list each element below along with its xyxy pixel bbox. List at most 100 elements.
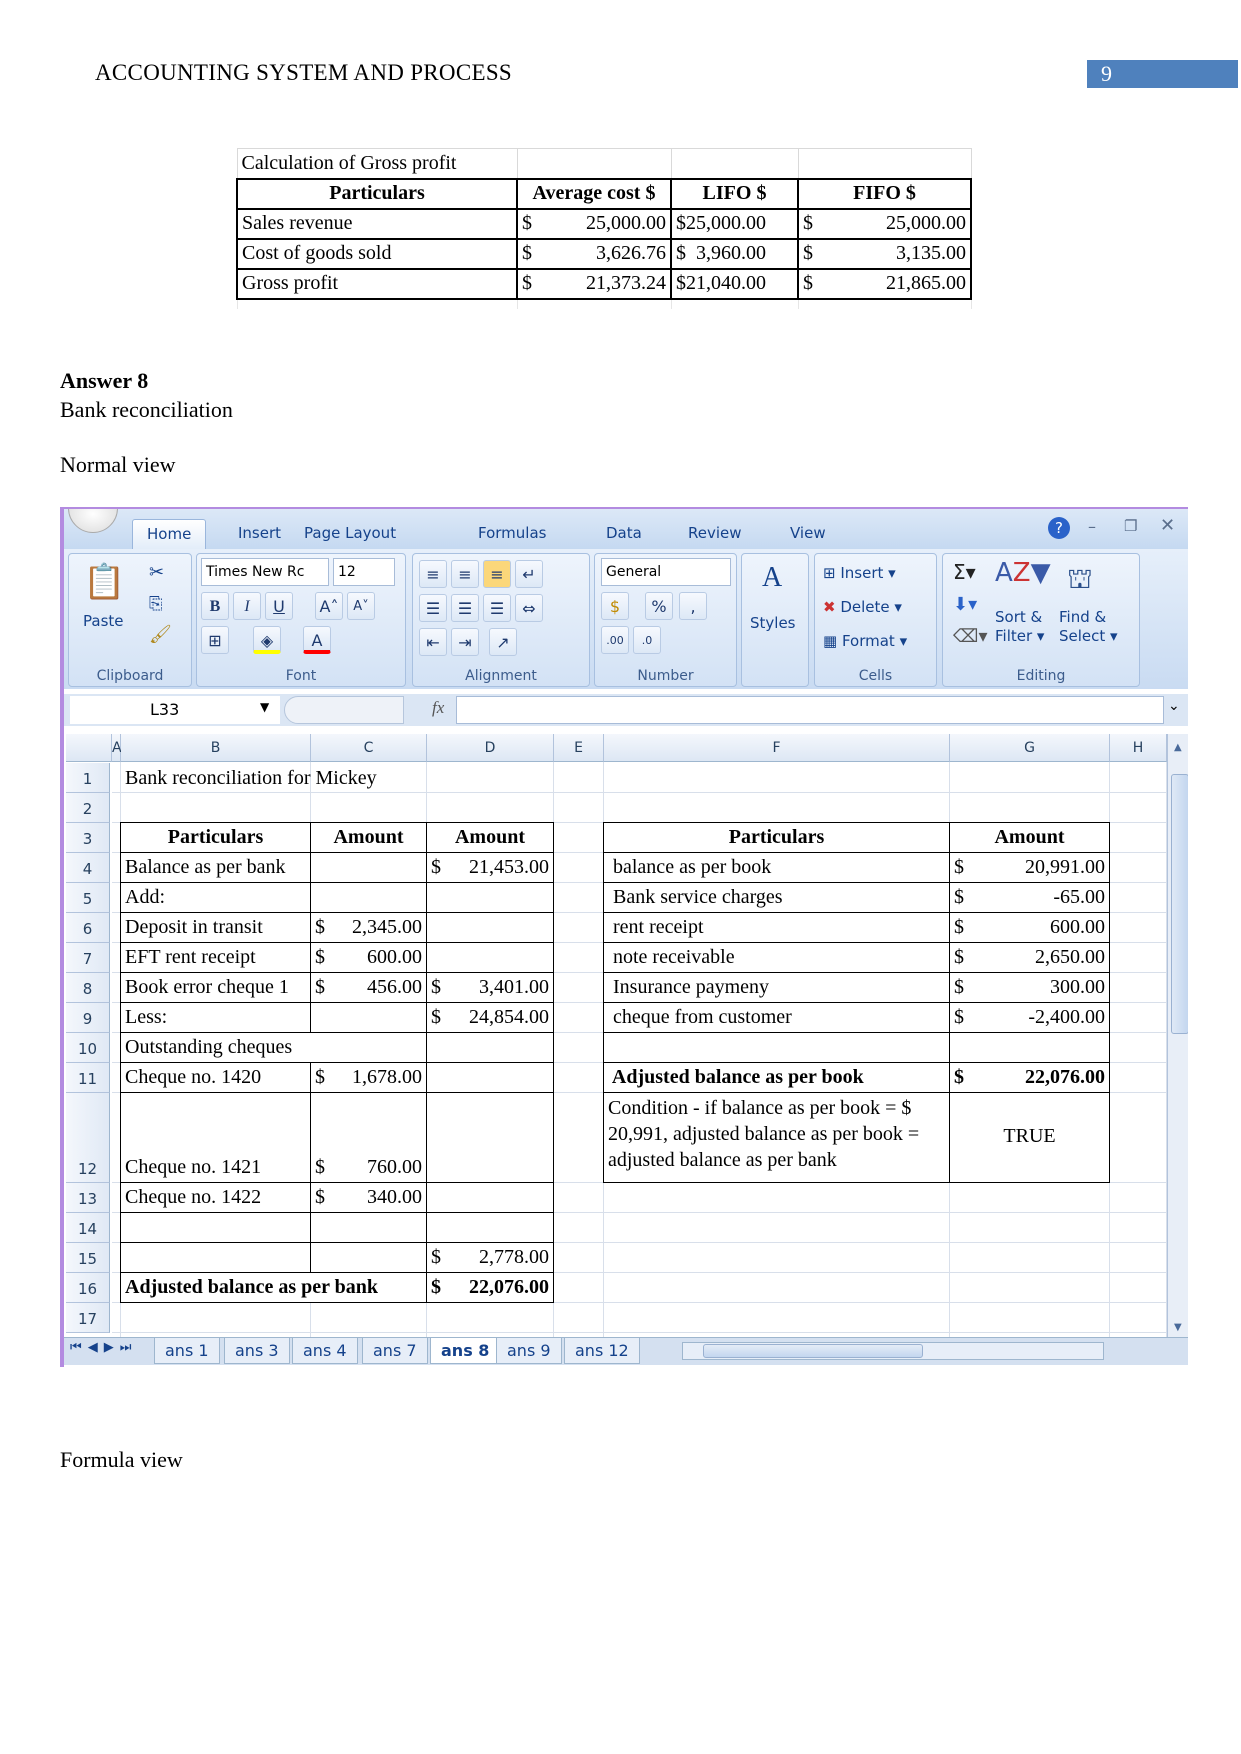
fx-icon[interactable]: fx <box>432 698 444 718</box>
office-button[interactable] <box>68 509 118 533</box>
clear-icon[interactable]: ⌫▾ <box>953 626 988 647</box>
h-scroll-thumb[interactable] <box>703 1344 923 1358</box>
minimize-icon[interactable]: – <box>1088 517 1096 536</box>
cell-g3[interactable]: Amount <box>949 822 1110 853</box>
cell-d11[interactable] <box>426 1062 554 1093</box>
cell-f4[interactable]: balance as per book <box>603 852 950 883</box>
cell-d9[interactable]: $24,854.00 <box>426 1002 554 1033</box>
column-header-b[interactable]: B <box>121 734 311 762</box>
tab-home[interactable]: Home <box>132 519 207 549</box>
close-icon[interactable]: ✕ <box>1160 515 1175 536</box>
column-header-f[interactable]: F <box>604 734 950 762</box>
cell-c6[interactable]: $2,345.00 <box>310 912 427 943</box>
cell-c5[interactable] <box>310 882 427 913</box>
column-header-a[interactable]: A <box>112 734 122 762</box>
cell-g12[interactable]: TRUE <box>949 1092 1110 1183</box>
orientation-icon[interactable]: ↗ <box>489 628 517 656</box>
expand-formula-bar-icon[interactable]: ⌄ <box>1168 698 1180 714</box>
cell-d8[interactable]: $3,401.00 <box>426 972 554 1003</box>
fill-color-icon[interactable]: ◈ <box>253 626 281 654</box>
cell-f12[interactable]: Condition - if balance as per book = $ 2… <box>603 1092 950 1183</box>
cell-b16[interactable]: Adjusted balance as per bank <box>120 1272 427 1303</box>
row-header[interactable]: 10 <box>66 1033 110 1063</box>
cell-b11[interactable]: Cheque no. 1420 <box>120 1062 311 1093</box>
cell-c13[interactable]: $340.00 <box>310 1182 427 1213</box>
column-header-d[interactable]: D <box>427 734 554 762</box>
sheet-tab[interactable]: ans 3 <box>224 1338 290 1364</box>
row-header[interactable]: 17 <box>66 1303 110 1333</box>
cell-g5[interactable]: $ -65.00 <box>949 882 1110 913</box>
cell-c15[interactable] <box>310 1242 427 1273</box>
format-painter-icon[interactable]: 🖌 <box>149 624 172 645</box>
cell-d15[interactable]: $2,778.00 <box>426 1242 554 1273</box>
align-top-icon[interactable]: ≡ <box>419 560 447 588</box>
row-header[interactable]: 12 <box>66 1093 110 1183</box>
row-header[interactable]: 13 <box>66 1183 110 1213</box>
delete-cells-button[interactable]: ✖ Delete ▾ <box>823 598 902 616</box>
name-box[interactable]: L33 <box>70 696 280 724</box>
percent-icon[interactable]: % <box>645 592 673 620</box>
tab-data[interactable]: Data <box>592 519 656 549</box>
styles-button[interactable]: Styles <box>750 614 796 632</box>
cell-f5[interactable]: Bank service charges <box>603 882 950 913</box>
row-header[interactable]: 1 <box>66 763 110 793</box>
comma-icon[interactable]: , <box>679 592 707 620</box>
cell-d6[interactable] <box>426 912 554 943</box>
cell-b3[interactable]: Particulars <box>120 822 311 853</box>
column-header-h[interactable]: H <box>1110 734 1167 762</box>
cell-b5[interactable]: Add: <box>120 882 311 913</box>
cell-c7[interactable]: $600.00 <box>310 942 427 973</box>
row-header[interactable]: 9 <box>66 1003 110 1033</box>
shrink-font-button[interactable]: A˅ <box>347 592 375 620</box>
cell-g10[interactable] <box>949 1032 1110 1063</box>
column-header-e[interactable]: E <box>554 734 604 762</box>
increase-decimal-icon[interactable]: .00 <box>601 626 629 654</box>
row-header[interactable]: 8 <box>66 973 110 1003</box>
cell-f10[interactable] <box>603 1032 950 1063</box>
sheet-tab[interactable]: ans 12 <box>564 1338 640 1364</box>
cell-d16[interactable]: $22,076.00 <box>426 1272 554 1303</box>
number-format-select[interactable]: General <box>601 558 731 586</box>
cell-b4[interactable]: Balance as per bank <box>120 852 311 883</box>
tab-review[interactable]: Review <box>674 519 756 549</box>
cell-d7[interactable] <box>426 942 554 973</box>
italic-button[interactable]: I <box>233 592 261 620</box>
cell-b9[interactable]: Less: <box>120 1002 311 1033</box>
font-name-select[interactable]: Times New Rc <box>201 558 329 586</box>
cell-f11[interactable]: Adjusted balance as per book <box>603 1062 950 1093</box>
decrease-indent-icon[interactable]: ⇤ <box>419 628 447 656</box>
sheet-nav-icons[interactable]: ⏮◀▶⏭ <box>70 1340 137 1355</box>
cell-d12[interactable] <box>426 1092 554 1183</box>
cell-b15[interactable] <box>120 1242 311 1273</box>
name-box-dropdown-icon[interactable]: ▼ <box>260 700 269 714</box>
autosum-icon[interactable]: Σ▾ <box>953 560 976 584</box>
align-left-icon[interactable]: ☰ <box>419 594 447 622</box>
cell-g8[interactable]: $300.00 <box>949 972 1110 1003</box>
help-icon[interactable]: ? <box>1048 517 1070 539</box>
row-header[interactable]: 15 <box>66 1243 110 1273</box>
align-bottom-icon[interactable]: ≡ <box>483 560 511 588</box>
cell-g9[interactable]: $ -2,400.00 <box>949 1002 1110 1033</box>
tab-formulas[interactable]: Formulas <box>464 519 560 549</box>
cell-g6[interactable]: $600.00 <box>949 912 1110 943</box>
row-header[interactable]: 2 <box>66 793 110 823</box>
restore-icon[interactable]: ❐ <box>1124 517 1137 535</box>
tab-view[interactable]: View <box>776 519 840 549</box>
format-cells-button[interactable]: ▦ Format ▾ <box>823 632 907 650</box>
cell-c3[interactable]: Amount <box>310 822 427 853</box>
cell-d10[interactable] <box>426 1032 554 1063</box>
select-all-corner[interactable] <box>66 734 112 762</box>
row-header[interactable]: 11 <box>66 1063 110 1093</box>
find-select-button[interactable]: Find & Select ▾ <box>1059 608 1118 646</box>
grow-font-button[interactable]: A˄ <box>315 592 343 620</box>
cell-g7[interactable]: $2,650.00 <box>949 942 1110 973</box>
cell-d13[interactable] <box>426 1182 554 1213</box>
row-header[interactable]: 7 <box>66 943 110 973</box>
font-color-icon[interactable]: A <box>303 626 331 654</box>
cell-c11[interactable]: $1,678.00 <box>310 1062 427 1093</box>
cell-f9[interactable]: cheque from customer <box>603 1002 950 1033</box>
decrease-decimal-icon[interactable]: .0 <box>633 626 661 654</box>
cell-b1[interactable]: Bank reconciliation for Mickey <box>121 763 377 793</box>
cell-g4[interactable]: $20,991.00 <box>949 852 1110 883</box>
column-header-c[interactable]: C <box>311 734 427 762</box>
